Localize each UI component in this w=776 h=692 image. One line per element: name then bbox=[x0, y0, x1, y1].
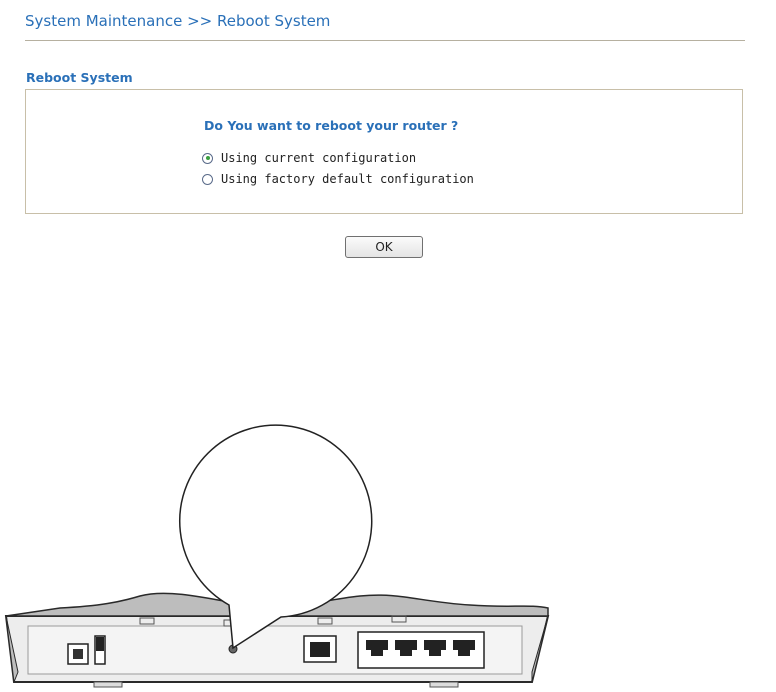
lan-port-icon bbox=[357, 631, 485, 669]
option-current-config-label: Using current configuration bbox=[221, 151, 417, 165]
ok-button[interactable]: OK bbox=[345, 236, 423, 258]
option-factory-default[interactable]: Using factory default configuration bbox=[202, 172, 474, 186]
option-factory-default-label: Using factory default configuration bbox=[221, 172, 474, 186]
router-foot-right bbox=[429, 681, 459, 688]
option-current-config[interactable]: Using current configuration bbox=[202, 151, 416, 165]
rj11-port-icon bbox=[303, 635, 337, 663]
reboot-question: Do You want to reboot your router ? bbox=[204, 118, 459, 133]
page-title: System Maintenance >> Reboot System bbox=[25, 12, 331, 30]
router-illustration bbox=[4, 424, 550, 688]
reboot-panel: Do You want to reboot your router ? Usin… bbox=[25, 89, 743, 214]
power-jack-icon bbox=[67, 643, 89, 665]
radio-factory-default[interactable] bbox=[202, 173, 213, 185]
radio-current-config[interactable] bbox=[202, 152, 213, 164]
router-foot-left bbox=[93, 681, 123, 688]
title-divider bbox=[25, 40, 745, 41]
section-title: Reboot System bbox=[26, 70, 133, 85]
power-switch-icon bbox=[94, 635, 106, 665]
